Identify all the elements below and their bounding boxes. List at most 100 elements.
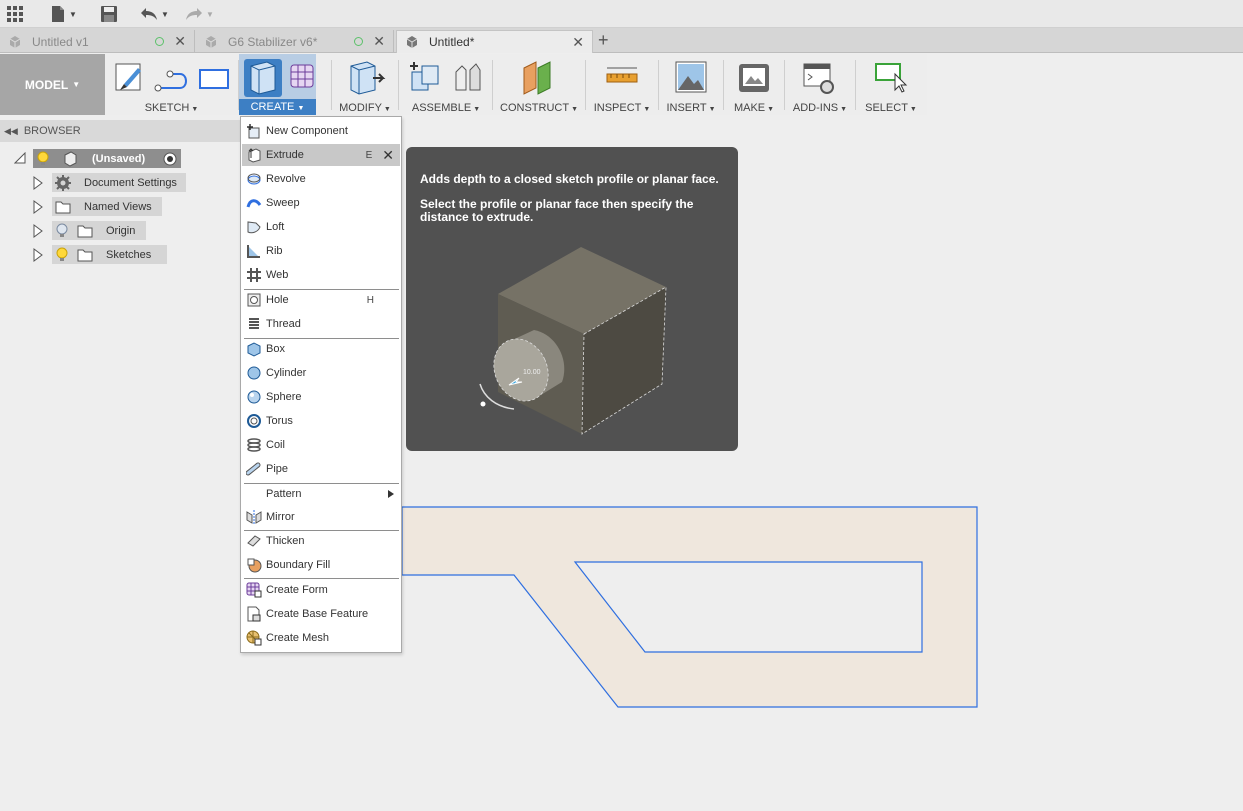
apps-grid-icon[interactable]: [6, 3, 24, 25]
component-icon: [64, 150, 77, 167]
expand-triangle-icon[interactable]: [33, 176, 43, 190]
create-dropdown-menu: New Component Extrude E ✕ Revolve Sweep …: [240, 116, 402, 653]
item-label: Document Settings: [84, 176, 177, 189]
tab-label: Untitled v1: [32, 34, 89, 49]
create-dropdown-label[interactable]: CREATE ▼: [239, 99, 316, 115]
torus-icon: [246, 413, 262, 429]
menu-item-new-component[interactable]: New Component: [242, 120, 400, 142]
menu-item-rib[interactable]: Rib: [242, 240, 400, 262]
menu-item-thicken[interactable]: Thicken: [242, 530, 400, 552]
menu-item-hole[interactable]: Hole H: [242, 289, 400, 311]
inspect-label: INSPECT: [593, 102, 642, 114]
menu-label: Boundary Fill: [266, 559, 331, 571]
expand-triangle-icon[interactable]: [33, 248, 43, 262]
assemble-group[interactable]: ASSEMBLE ▼: [400, 54, 492, 115]
named-views-node[interactable]: Named Views: [52, 197, 162, 216]
close-icon[interactable]: ✕: [373, 33, 385, 50]
menu-item-pattern[interactable]: Pattern: [242, 483, 400, 505]
menu-item-coil[interactable]: Coil: [242, 434, 400, 456]
activate-radio-icon[interactable]: [163, 152, 177, 166]
root-component[interactable]: (Unsaved): [33, 149, 181, 168]
workspace-switcher[interactable]: MODEL ▼: [0, 54, 105, 115]
add-ins-group[interactable]: ADD-INS ▼: [786, 54, 854, 115]
group-label: INSPECT ▼: [593, 102, 651, 114]
menu-item-loft[interactable]: Loft: [242, 216, 400, 238]
menu-item-revolve[interactable]: Revolve: [242, 168, 400, 190]
make-label: MAKE: [733, 102, 766, 114]
collapse-triangle-icon[interactable]: [14, 152, 26, 164]
origin-node[interactable]: Origin: [52, 221, 146, 240]
document-settings-node[interactable]: Document Settings: [52, 173, 186, 192]
insert-label: INSERT: [666, 102, 707, 114]
menu-label: Rib: [266, 245, 283, 257]
menu-label: Web: [266, 269, 289, 281]
collapse-icon[interactable]: ◀◀: [4, 126, 18, 137]
lightbulb-on-icon[interactable]: [36, 151, 50, 167]
select-group[interactable]: SELECT ▼: [857, 54, 925, 115]
expand-triangle-icon[interactable]: [33, 200, 43, 214]
create-group[interactable]: [239, 54, 316, 99]
file-menu-button[interactable]: ▼: [50, 3, 77, 25]
menu-item-box[interactable]: Box: [242, 338, 400, 360]
menu-label: Thicken: [266, 535, 305, 547]
extrude-icon: [246, 147, 262, 163]
menu-item-create-base-feature[interactable]: Create Base Feature: [242, 603, 400, 625]
insert-group[interactable]: INSERT ▼: [660, 54, 722, 115]
undo-button[interactable]: ▼: [140, 3, 169, 25]
document-icon: [406, 36, 418, 48]
menu-label: Sphere: [266, 391, 302, 403]
redo-button[interactable]: ▼: [185, 3, 214, 25]
tab-untitled-v1[interactable]: Untitled v1 ✕: [0, 30, 195, 53]
press-pull-icon: [350, 61, 386, 95]
new-tab-plus-icon[interactable]: +: [598, 31, 609, 49]
pipe-icon: [246, 461, 262, 477]
offset-plane-icon: [523, 61, 551, 95]
menu-item-mirror[interactable]: Mirror: [242, 506, 400, 528]
group-label: SKETCH ▼: [144, 102, 199, 114]
sketch-group[interactable]: SKETCH ▼: [108, 54, 235, 115]
browser-header[interactable]: ◀◀ BROWSER: [0, 120, 240, 142]
dimension-value: 10.00: [523, 369, 541, 376]
modify-group[interactable]: MODIFY ▼: [333, 54, 397, 115]
redo-icon: [186, 8, 202, 20]
menu-item-torus[interactable]: Torus: [242, 410, 400, 432]
save-button[interactable]: [100, 3, 118, 25]
divider: [784, 60, 785, 110]
inspect-group[interactable]: INSPECT ▼: [587, 54, 657, 115]
menu-label: Revolve: [266, 173, 306, 185]
menu-label: Box: [266, 343, 285, 355]
menu-item-sweep[interactable]: Sweep: [242, 192, 400, 214]
divider: [855, 60, 856, 110]
menu-item-create-mesh[interactable]: Create Mesh: [242, 627, 400, 649]
create-label: CREATE: [250, 101, 295, 113]
lightbulb-on-icon[interactable]: [55, 247, 69, 263]
close-icon[interactable]: ✕: [572, 34, 584, 51]
expand-triangle-icon[interactable]: [33, 224, 43, 238]
menu-label: Loft: [266, 221, 285, 233]
tab-label: Untitled*: [429, 35, 475, 49]
menu-item-cylinder[interactable]: Cylinder: [242, 362, 400, 384]
menu-item-sphere[interactable]: Sphere: [242, 386, 400, 408]
tab-untitled-active[interactable]: Untitled* ✕: [396, 30, 593, 53]
sync-status-icon: [354, 37, 364, 46]
tab-g6-stabilizer[interactable]: G6 Stabilizer v6* ✕: [196, 30, 394, 53]
menu-item-thread[interactable]: Thread: [242, 313, 400, 335]
make-group[interactable]: MAKE ▼: [725, 54, 783, 115]
divider: [492, 60, 493, 110]
close-icon[interactable]: ✕: [174, 33, 186, 50]
menu-item-pipe[interactable]: Pipe: [242, 458, 400, 480]
menu-item-boundary-fill[interactable]: Boundary Fill: [242, 554, 400, 576]
menu-item-create-form[interactable]: Create Form: [242, 579, 400, 601]
browser-title: BROWSER: [23, 125, 81, 137]
folder-icon: [55, 201, 71, 213]
create-form-icon: [290, 64, 314, 88]
revolve-icon: [246, 171, 262, 187]
sketches-node[interactable]: Sketches: [52, 245, 167, 264]
menu-item-web[interactable]: Web: [242, 264, 400, 286]
lightbulb-off-icon[interactable]: [55, 223, 69, 239]
group-label: ADD-INS ▼: [792, 102, 848, 114]
construct-group[interactable]: CONSTRUCT ▼: [494, 54, 584, 115]
menu-item-extrude[interactable]: Extrude E ✕: [242, 144, 400, 166]
hole-icon: [246, 292, 262, 308]
close-icon[interactable]: ✕: [382, 147, 394, 164]
